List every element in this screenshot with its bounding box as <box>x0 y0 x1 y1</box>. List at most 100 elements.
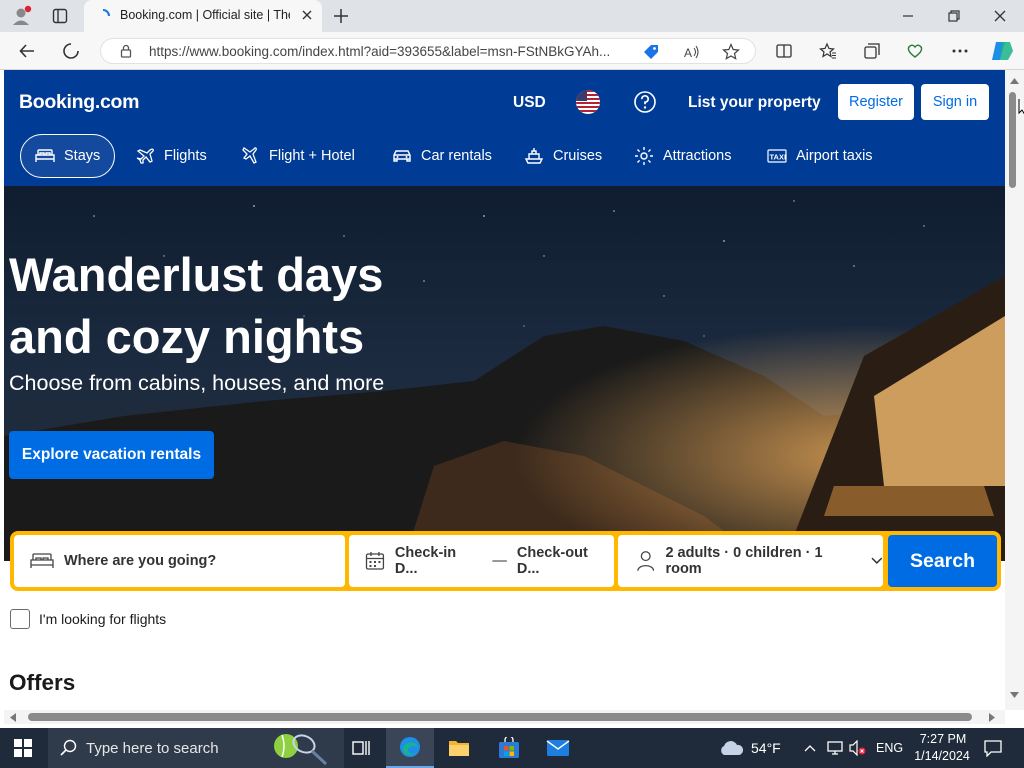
hero-subtitle: Choose from cabins, houses, and more <box>9 371 385 395</box>
svg-text:TAXI: TAXI <box>770 153 787 162</box>
ship-icon <box>524 148 544 164</box>
svg-text:A: A <box>684 46 692 60</box>
file-explorer-icon[interactable] <box>448 738 470 758</box>
flights-checkbox-row[interactable]: I'm looking for flights <box>10 609 166 629</box>
edge-taskbar-icon[interactable] <box>386 728 434 768</box>
volume-muted-icon[interactable] <box>849 740 867 756</box>
input-language[interactable]: ENG <box>876 741 903 755</box>
nav-car-rentals[interactable]: Car rentals <box>378 134 506 178</box>
destination-placeholder: Where are you going? <box>64 553 217 569</box>
split-screen-icon[interactable] <box>775 42 793 60</box>
collections-icon[interactable] <box>863 42 881 60</box>
shopping-tag-icon[interactable] <box>642 43 660 61</box>
scroll-left-icon[interactable] <box>10 713 16 722</box>
profile-icon[interactable] <box>10 5 32 27</box>
booking-page: Booking.com USD List your property Regis… <box>4 70 1005 710</box>
url-text[interactable]: https://www.booking.com/index.html?aid=3… <box>149 44 610 59</box>
flights-checkbox[interactable] <box>10 609 30 629</box>
car-icon <box>393 150 411 162</box>
scroll-down-icon[interactable] <box>1010 692 1019 698</box>
nav-cruises[interactable]: Cruises <box>510 134 616 178</box>
booking-logo[interactable]: Booking.com <box>19 91 140 114</box>
currency-selector[interactable]: USD <box>513 94 546 112</box>
tennis-racket-icon <box>274 734 328 766</box>
new-tab-icon[interactable] <box>332 7 350 25</box>
vertical-scroll-thumb[interactable] <box>1009 92 1016 188</box>
bed-icon <box>30 553 54 568</box>
sign-in-button[interactable]: Sign in <box>921 84 989 120</box>
nav-flights[interactable]: Flights <box>121 134 221 178</box>
flight-hotel-icon <box>242 147 257 164</box>
occupancy-text: 2 adults · 0 children · 1 room <box>665 545 823 577</box>
help-icon[interactable] <box>633 90 657 114</box>
close-window-icon[interactable] <box>992 8 1008 24</box>
favorites-icon[interactable] <box>819 42 837 60</box>
copilot-icon[interactable] <box>990 40 1014 62</box>
microsoft-store-icon[interactable] <box>498 737 520 759</box>
task-view-icon[interactable] <box>352 739 370 757</box>
occupancy-field[interactable]: 2 adults · 0 children · 1 room <box>618 535 883 587</box>
destination-field[interactable]: Where are you going? <box>14 535 345 587</box>
restore-icon[interactable] <box>946 8 962 24</box>
date-field[interactable]: Check-in D... — Check-out D... <box>349 535 614 587</box>
nav-attractions[interactable]: Attractions <box>620 134 746 178</box>
calendar-icon <box>365 552 385 570</box>
attractions-icon <box>635 147 653 165</box>
show-hidden-icons-chevron-icon[interactable] <box>804 743 816 753</box>
network-icon[interactable] <box>826 740 844 756</box>
check-in-date[interactable]: Check-in D... <box>395 545 482 577</box>
search-icon <box>60 739 77 756</box>
hero-title: Wanderlust days and cozy nights <box>9 244 469 368</box>
browser-tab-bar: Booking.com | Official site | The b <box>0 0 1024 32</box>
nav-stays-label: Stays <box>64 148 101 164</box>
nav-car-rentals-label: Car rentals <box>421 148 492 164</box>
more-menu-icon[interactable] <box>951 42 969 60</box>
notifications-icon[interactable] <box>984 739 1002 757</box>
flights-checkbox-label[interactable]: I'm looking for flights <box>39 611 166 627</box>
taskbar-search[interactable]: Type here to search <box>48 728 344 768</box>
back-icon[interactable] <box>18 42 36 60</box>
taskbar-search-placeholder[interactable]: Type here to search <box>86 740 219 757</box>
nav-cruises-label: Cruises <box>553 148 603 164</box>
date-separator: — <box>492 553 507 569</box>
clock-time[interactable]: 7:27 PM <box>917 732 969 746</box>
vertical-scrollbar[interactable] <box>1005 70 1024 710</box>
list-property-link[interactable]: List your property <box>688 94 821 112</box>
tab-actions-icon[interactable] <box>52 8 68 24</box>
lock-icon[interactable] <box>119 44 133 58</box>
weather-temperature[interactable]: 54°F <box>751 740 781 756</box>
check-out-date[interactable]: Check-out D... <box>517 545 614 577</box>
scroll-right-icon[interactable] <box>989 713 995 722</box>
favorite-star-icon[interactable] <box>722 43 740 61</box>
offers-heading: Offers <box>9 670 76 695</box>
url-bar[interactable]: https://www.booking.com/index.html?aid=3… <box>100 38 756 64</box>
nav-stays[interactable]: Stays <box>20 134 116 178</box>
site-header: Booking.com USD List your property Regis… <box>4 70 1005 186</box>
close-tab-icon[interactable] <box>300 8 314 22</box>
search-button[interactable]: Search <box>888 535 997 587</box>
horizontal-scroll-thumb[interactable] <box>28 713 972 721</box>
windows-start-icon[interactable] <box>14 739 32 757</box>
register-button[interactable]: Register <box>838 84 914 120</box>
active-tab[interactable]: Booking.com | Official site | The b <box>84 0 322 32</box>
read-aloud-icon[interactable]: A <box>683 43 701 61</box>
plane-icon <box>136 148 154 164</box>
hero-title-line2: and cozy nights <box>9 310 365 363</box>
hero-banner: Wanderlust days and cozy nights Choose f… <box>4 186 1005 561</box>
clock-date[interactable]: 1/14/2024 <box>911 749 973 763</box>
browser-essentials-icon[interactable] <box>906 42 924 60</box>
hero-title-line1: Wanderlust days <box>9 248 384 301</box>
stop-loading-icon[interactable] <box>62 42 80 60</box>
windows-taskbar: Type here to search 54°F ENG 7:27 PM 1/1… <box>0 728 1024 768</box>
scroll-up-icon[interactable] <box>1010 78 1019 84</box>
explore-vacation-rentals-button[interactable]: Explore vacation rentals <box>9 431 214 479</box>
mail-icon[interactable] <box>546 738 570 758</box>
tab-title: Booking.com | Official site | The b <box>120 8 290 22</box>
nav-flight-hotel[interactable]: Flight + Hotel <box>226 134 369 178</box>
horizontal-scrollbar[interactable] <box>4 710 1005 724</box>
nav-airport-taxis-label: Airport taxis <box>796 148 873 164</box>
us-flag-icon[interactable] <box>576 90 600 114</box>
search-bar: Where are you going? Check-in D... — Che… <box>10 531 1001 591</box>
nav-airport-taxis[interactable]: TAXI Airport taxis <box>753 134 887 178</box>
minimize-icon[interactable] <box>900 8 916 24</box>
